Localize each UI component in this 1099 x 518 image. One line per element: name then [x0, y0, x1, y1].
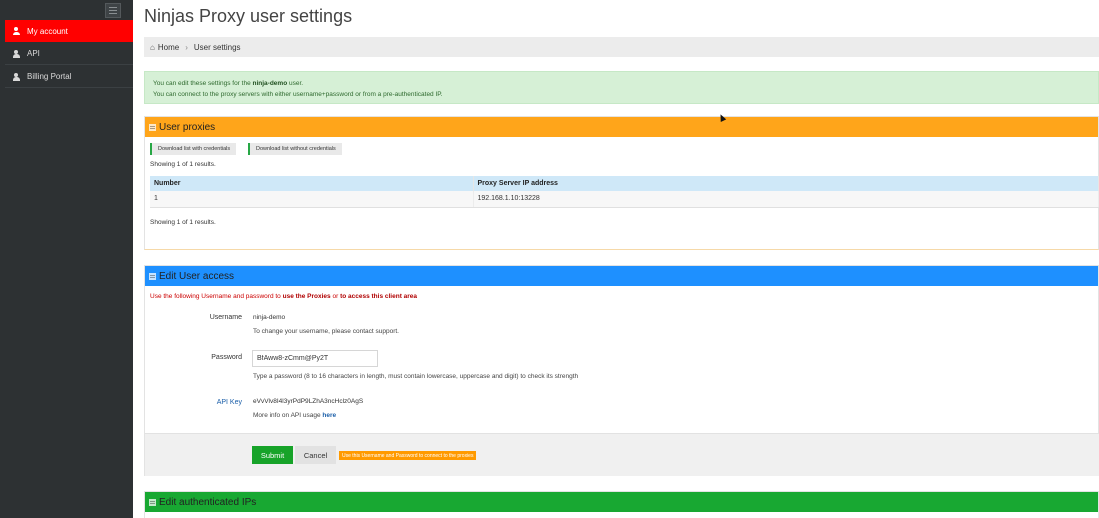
home-icon: ⌂ — [150, 42, 155, 52]
results-summary: Showing 1 of 1 results. — [150, 161, 216, 168]
breadcrumb-current: User settings — [193, 42, 241, 52]
page-title: Ninjas Proxy user settings — [144, 6, 353, 26]
api-key-value: eVvVlv8I4l3yrPdP9LZhA3ncHclz0AgS — [253, 398, 364, 405]
panel-title: Edit authenticated IPs — [159, 496, 257, 508]
column-header-number[interactable]: Number — [150, 176, 474, 191]
submit-button[interactable]: Submit — [252, 446, 293, 464]
instruction-text: or — [330, 293, 341, 300]
breadcrumb-home-link[interactable]: Home — [158, 43, 179, 52]
sidebar-item-my-account[interactable]: My account — [5, 20, 133, 42]
table-row: 1 192.168.1.10:13228 — [150, 191, 1099, 208]
cell-number: 1 — [150, 191, 474, 208]
password-input[interactable] — [252, 350, 378, 367]
menu-icon — [109, 10, 117, 11]
username-label: Username — [209, 314, 242, 321]
sidebar: My account API Billing Portal — [0, 0, 133, 518]
user-icon — [12, 49, 20, 58]
user-icon — [12, 27, 20, 35]
sidebar-item-label: API — [27, 49, 40, 58]
user-icon — [12, 72, 20, 81]
sidebar-item-billing-portal[interactable]: Billing Portal — [5, 66, 133, 88]
api-help-link[interactable]: here — [322, 412, 336, 419]
sidebar-item-label: Billing Portal — [27, 72, 72, 81]
panel-title: User proxies — [159, 121, 216, 133]
proxies-table: Number Proxy Server IP address 1 192.168… — [150, 176, 1099, 208]
alert-username: ninja-demo — [252, 80, 288, 87]
username-value: ninja-demo — [253, 314, 286, 321]
chevron-right-icon: › — [185, 42, 188, 52]
info-alert: You can edit these settings for the ninj… — [144, 71, 1099, 104]
edit-authenticated-ips-panel: Edit authenticated IPs — [144, 491, 1099, 518]
edit-user-access-header: Edit User access — [145, 266, 1098, 286]
alert-text: user. — [287, 80, 304, 87]
cell-proxy-ip: 192.168.1.10:13228 — [473, 191, 1099, 208]
download-with-credentials-button[interactable]: Download list with credentials — [150, 143, 237, 155]
password-label: Password — [211, 354, 242, 361]
download-without-credentials-button[interactable]: Download list without credentials — [248, 143, 342, 155]
password-help: Type a password (8 to 16 characters in l… — [253, 373, 579, 380]
api-help-text: More info on API usage — [253, 412, 323, 419]
results-summary: Showing 1 of 1 results. — [150, 219, 216, 226]
edit-authenticated-ips-header: Edit authenticated IPs — [145, 492, 1098, 512]
sidebar-item-api[interactable]: API — [5, 43, 133, 65]
cancel-button[interactable]: Cancel — [295, 446, 336, 464]
instruction-text: Use the following Username and password … — [150, 293, 283, 300]
list-icon — [149, 498, 156, 506]
alert-text: You can connect to the proxy servers wit… — [153, 91, 443, 98]
alert-text: You can edit these settings for the — [153, 80, 253, 87]
list-icon — [149, 123, 156, 131]
username-help: To change your username, please contact … — [253, 328, 399, 335]
instruction-emphasis: use the Proxies — [282, 293, 331, 300]
sidebar-item-label: My account — [27, 26, 68, 36]
api-key-label: API Key — [216, 399, 242, 406]
user-proxies-header: User proxies — [145, 117, 1098, 137]
instruction-emphasis: to access this client area — [340, 293, 418, 300]
list-icon — [149, 272, 156, 280]
sidebar-toggle-button[interactable] — [105, 3, 121, 18]
credentials-hint-badge: Use this Username and Password to connec… — [339, 451, 477, 460]
panel-title: Edit User access — [159, 270, 235, 282]
breadcrumb: ⌂ Home › User settings — [144, 37, 1099, 57]
access-instructions: Use the following Username and password … — [150, 293, 417, 300]
api-help: More info on API usage here — [253, 412, 336, 419]
column-header-proxy-ip[interactable]: Proxy Server IP address — [473, 176, 1099, 191]
